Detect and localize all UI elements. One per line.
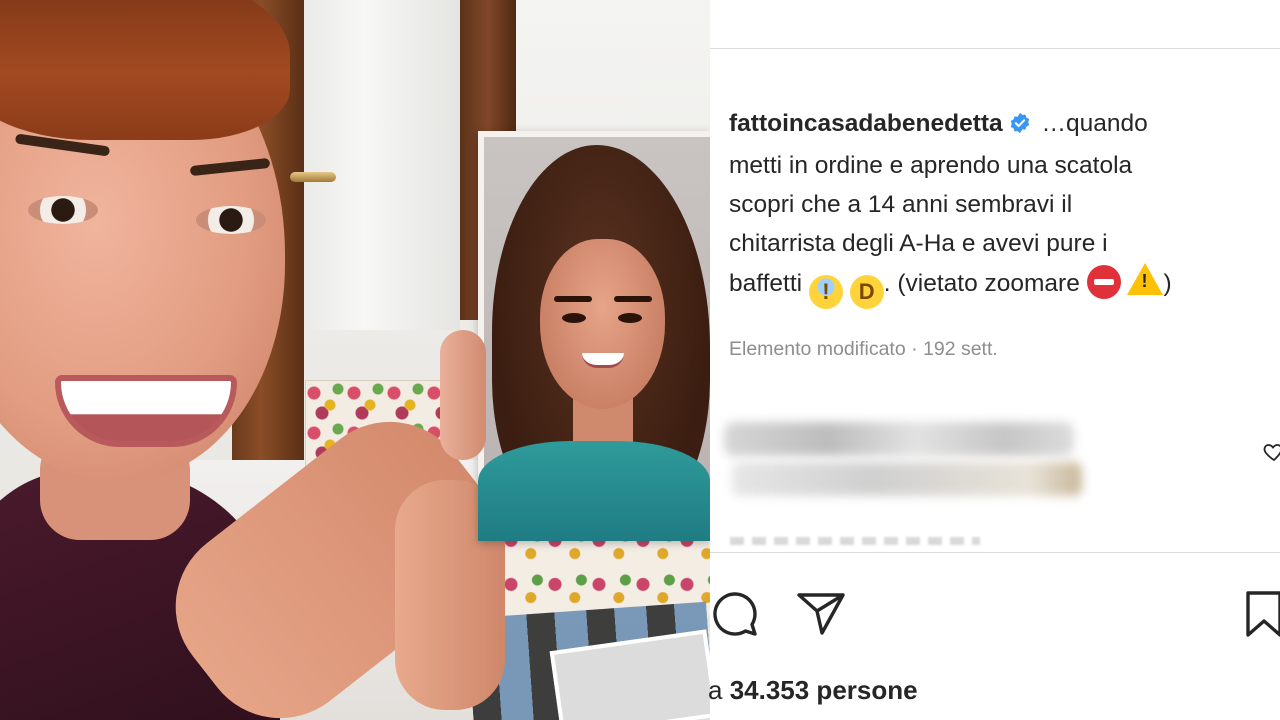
username-link[interactable]: fattoincasadabenedetta [729,110,1003,137]
blurred-comment-line-1 [724,422,1074,456]
hidden-comment-line [730,537,980,545]
caption-line-4: chitarrista degli A-Ha e avevi pure i [729,230,1108,257]
likes-count[interactable]: a 34.353 persone [708,675,918,706]
old-photo-face [540,239,665,409]
caption-line-5: baffetti [729,270,803,297]
old-photo-eye-left [562,313,586,323]
window-curtain [300,0,460,330]
bookmark-icon[interactable] [1244,589,1280,644]
old-photograph [478,131,710,541]
instagram-post-panel: fattoincasadabenedetta …quando metti in … [708,0,1280,720]
old-photo-teal-sweater [478,441,710,541]
warning-emoji-icon: ! [1127,263,1164,295]
header-divider [710,48,1280,49]
scream-emoji-icon: ! [808,275,843,309]
thumb [440,330,486,460]
blurred-comment [724,422,1084,502]
post-meta: Elemento modificato · 192 sett. [729,338,998,360]
comment-icon[interactable] [710,589,760,644]
old-photo-brow-left [554,296,592,302]
left-eye [28,196,98,224]
likes-prefix: a [708,675,730,705]
caption-line-1: …quando [1041,110,1148,137]
actions-divider [710,552,1280,553]
old-photo-eye-right [618,313,642,323]
no-entry-emoji-icon [1086,265,1121,299]
old-photo-brow-right [614,296,652,302]
caption-line-7: ) [1163,270,1172,297]
door-handle [290,172,336,182]
caption-line-3: scopri che a 14 anni sembravi il [729,191,1073,218]
right-eye [196,206,266,234]
heart-icon[interactable] [1262,440,1280,469]
share-icon[interactable] [796,589,848,644]
caption-line-2: metti in ordine e aprendo una scatola [729,152,1133,179]
verified-badge-icon [1009,107,1031,146]
post-caption: fattoincasadabenedetta …quando metti in … [729,104,1274,309]
likes-text: 34.353 persone [729,675,918,705]
woman-hair [0,0,290,140]
laughing-tears-emoji-icon: D [849,275,884,309]
blurred-comment-line-2 [732,462,1082,496]
post-photo[interactable] [0,0,710,720]
caption-line-6: . (vietato zoomare [883,270,1080,297]
